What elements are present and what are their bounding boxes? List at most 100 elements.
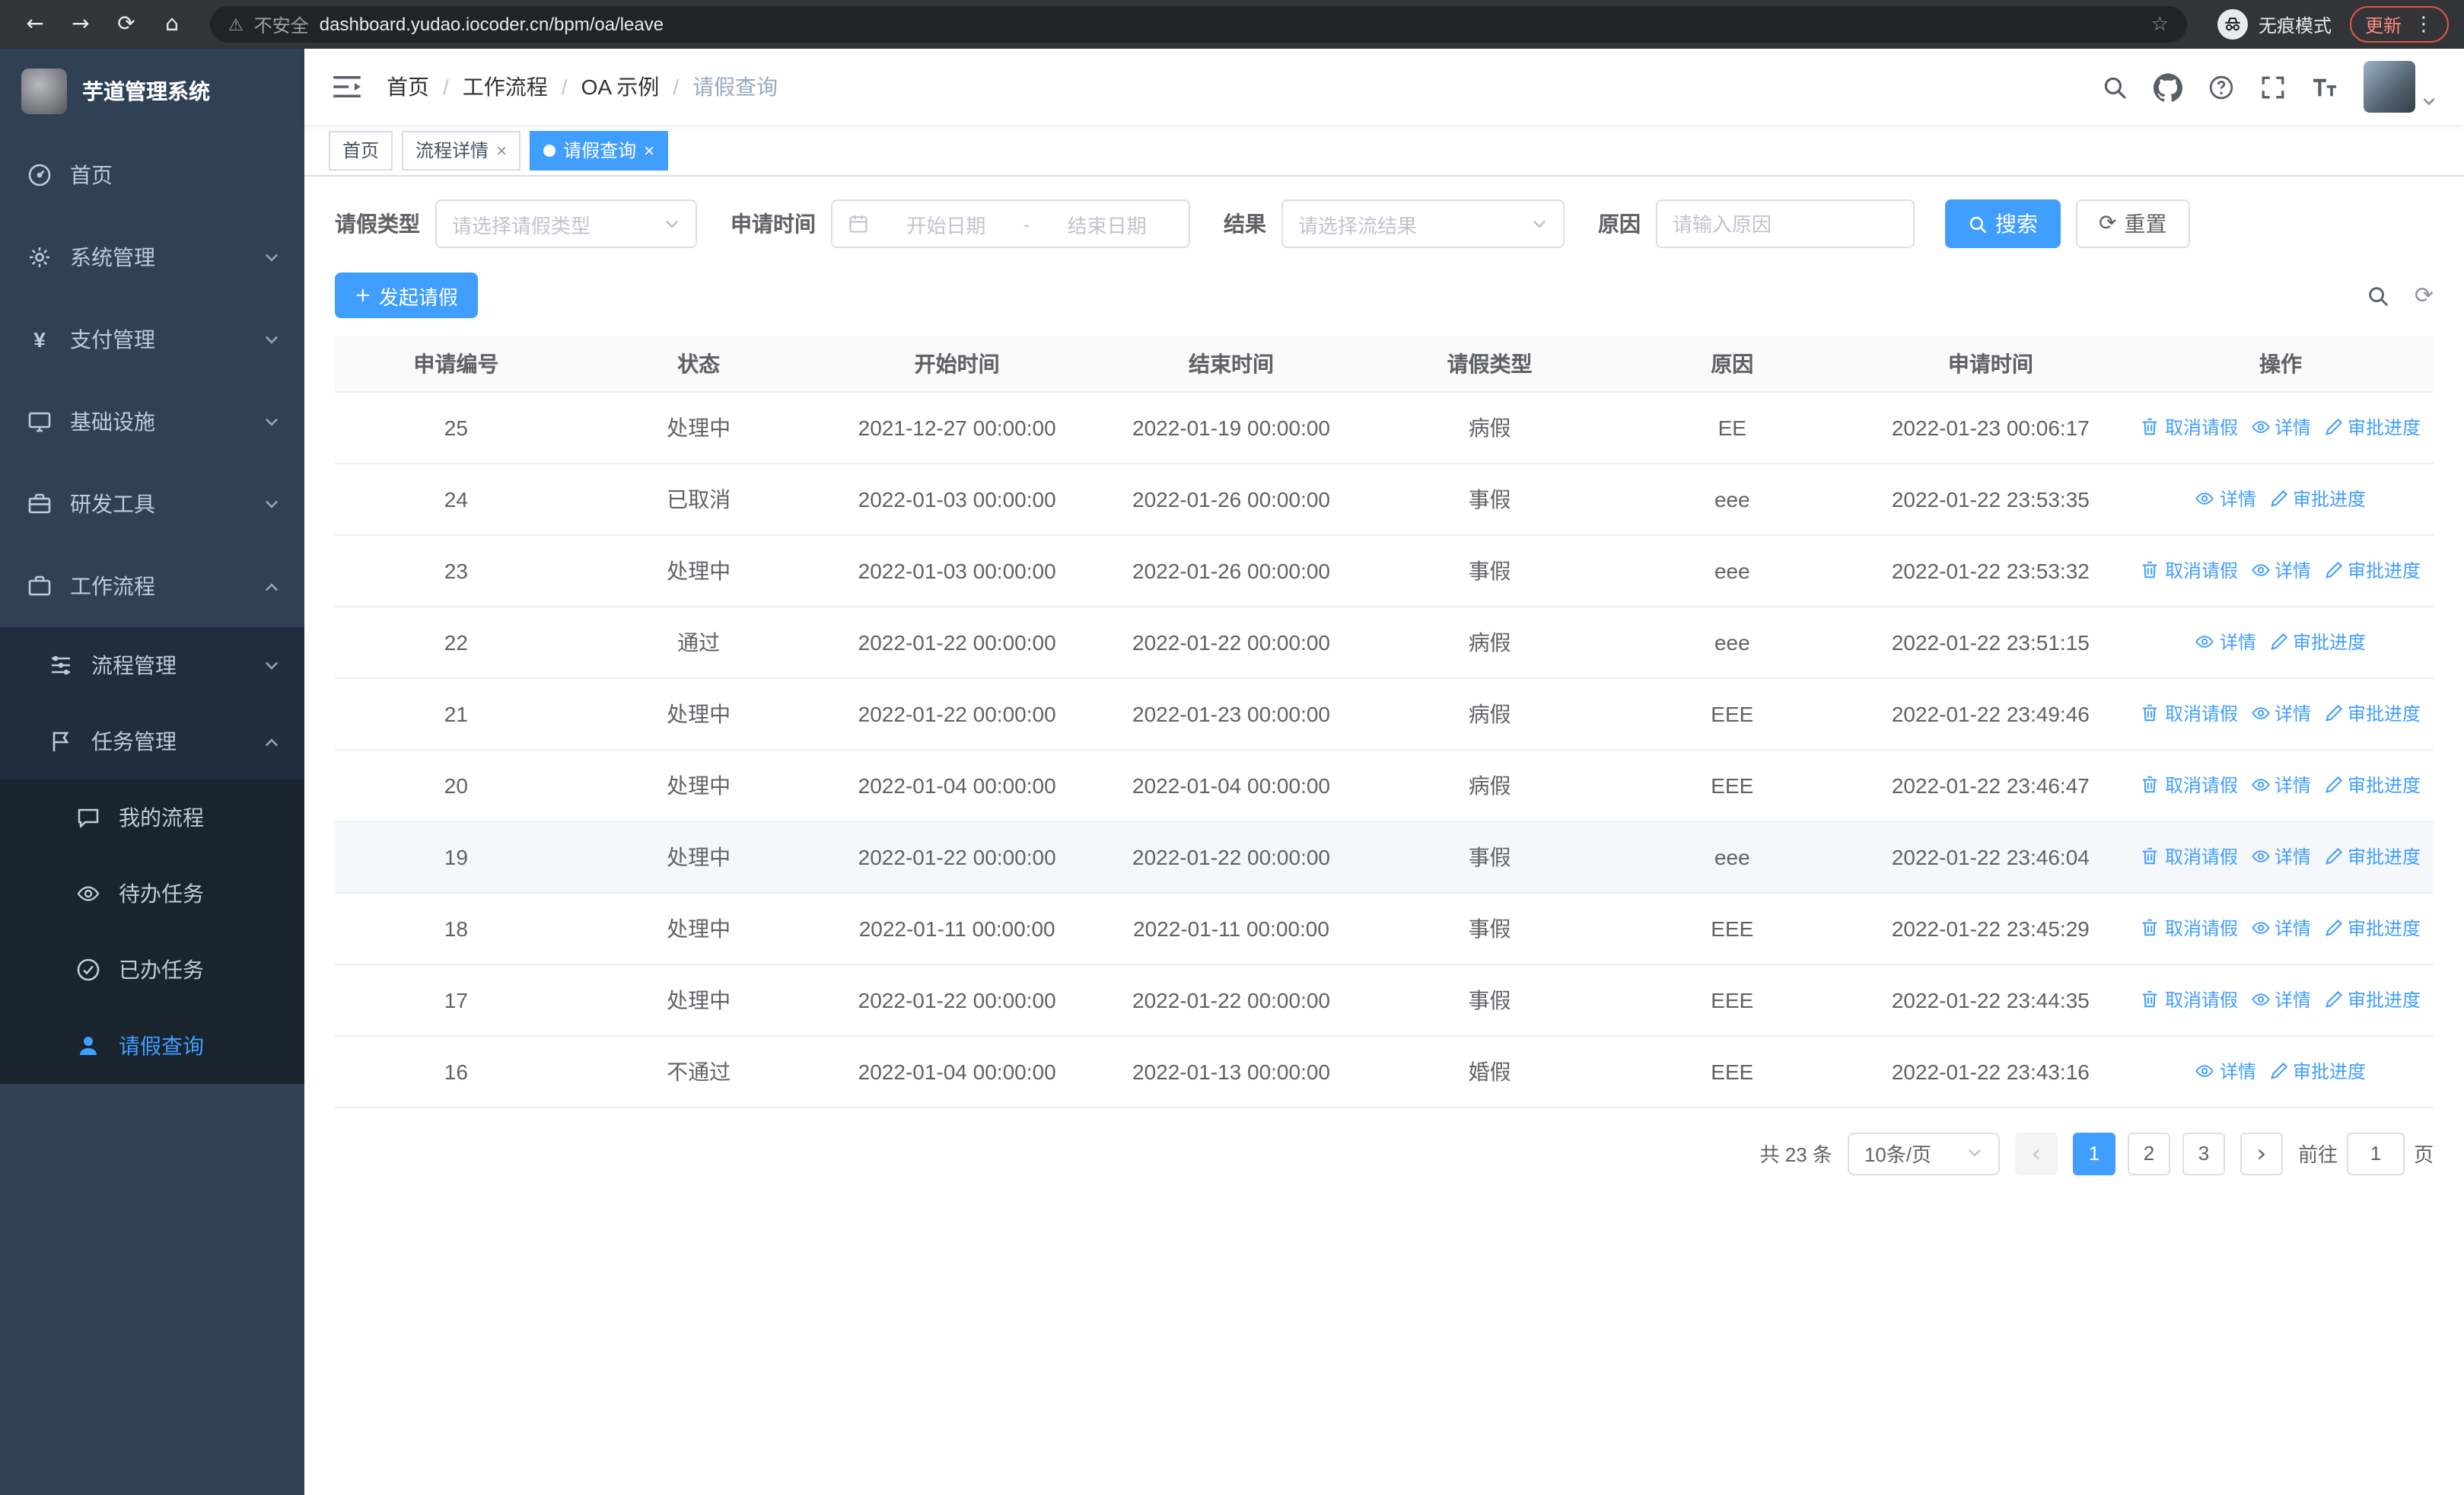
detail-link[interactable]: 详情 — [2195, 1057, 2256, 1083]
approval-progress-link[interactable]: 审批进度 — [2323, 986, 2421, 1012]
cancel-leave-link[interactable]: 取消请假 — [2141, 843, 2238, 869]
github-icon[interactable] — [2154, 72, 2182, 101]
sidebar-item-workflow[interactable]: 工作流程 — [0, 545, 304, 627]
font-size-icon[interactable] — [2312, 74, 2338, 100]
tab-process-detail[interactable]: 流程详情 × — [402, 130, 521, 170]
create-leave-button[interactable]: + 发起请假 — [335, 273, 478, 318]
detail-link[interactable]: 详情 — [2250, 700, 2311, 725]
sidebar-logo-row[interactable]: 芋道管理系统 — [0, 49, 304, 134]
trash-icon — [2143, 918, 2158, 936]
check-circle-icon — [77, 958, 100, 981]
sidebar-item-todo-tasks[interactable]: 待办任务 — [0, 856, 304, 932]
goto-page-input[interactable] — [2346, 1132, 2405, 1175]
sidebar-item-label: 请假查询 — [119, 1034, 204, 1058]
sidebar-item-home[interactable]: 首页 — [0, 134, 304, 216]
user-icon — [80, 1037, 97, 1055]
cell-status: 已取消 — [577, 463, 820, 535]
approval-progress-link[interactable]: 审批进度 — [2268, 485, 2366, 511]
cancel-leave-link[interactable]: 取消请假 — [2141, 914, 2238, 940]
sidebar-item-system[interactable]: 系统管理 — [0, 216, 304, 298]
sidebar-item-task-mgmt[interactable]: 任务管理 — [0, 703, 304, 779]
user-menu[interactable] — [2364, 61, 2437, 113]
address-bar[interactable]: ⚠ 不安全 dashboard.yudao.iocoder.cn/bpm/oa/… — [210, 6, 2187, 43]
next-page-button[interactable]: › — [2240, 1132, 2283, 1175]
detail-link[interactable]: 详情 — [2250, 771, 2311, 797]
sidebar-item-leave-query[interactable]: 请假查询 — [0, 1008, 304, 1084]
sidebar-item-payment[interactable]: ¥ 支付管理 — [0, 298, 304, 381]
breadcrumb-item[interactable]: OA 示例 — [581, 72, 660, 102]
detail-link[interactable]: 详情 — [2250, 986, 2311, 1012]
approval-progress-link[interactable]: 审批进度 — [2323, 843, 2421, 869]
approval-progress-link[interactable]: 审批进度 — [2323, 771, 2421, 797]
cell-reason: EEE — [1610, 677, 1854, 750]
sidebar-item-my-process[interactable]: 我的流程 — [0, 779, 304, 856]
trash-icon — [2143, 417, 2158, 435]
toolbox-icon — [28, 493, 51, 514]
cell-end: 2022-01-11 00:00:00 — [1094, 892, 1369, 964]
browser-menu-icon[interactable]: ⋮ — [2414, 13, 2434, 36]
fullscreen-icon[interactable] — [2260, 74, 2286, 100]
sidebar-item-devtools[interactable]: 研发工具 — [0, 463, 304, 545]
detail-link[interactable]: 详情 — [2250, 413, 2311, 439]
approval-progress-link[interactable]: 审批进度 — [2323, 700, 2421, 725]
table-row: 23 处理中 2022-01-03 00:00:00 2022-01-26 00:00… — [335, 534, 2434, 607]
tab-home[interactable]: 首页 — [329, 130, 393, 170]
breadcrumb-item[interactable]: 工作流程 — [463, 72, 548, 102]
sidebar-item-infrastructure[interactable]: 基础设施 — [0, 381, 304, 463]
sidebar-item-done-tasks[interactable]: 已办任务 — [0, 932, 304, 1008]
breadcrumb-item[interactable]: 首页 — [387, 72, 429, 102]
cell-applied: 2022-01-22 23:53:32 — [1853, 534, 2128, 607]
leave-table: 申请编号 状态 开始时间 结束时间 请假类型 原因 申请时间 操作 25 处理中 2… — [335, 336, 2434, 1108]
url-text[interactable]: dashboard.yudao.iocoder.cn/bpm/oa/leave — [320, 14, 664, 35]
close-icon[interactable]: × — [496, 139, 507, 161]
refresh-table-icon[interactable]: ⟳ — [2415, 283, 2434, 307]
search-button[interactable]: 搜索 — [1945, 199, 2061, 248]
cancel-leave-link[interactable]: 取消请假 — [2141, 700, 2238, 725]
back-icon[interactable]: ← — [15, 5, 55, 44]
approval-progress-link[interactable]: 审批进度 — [2268, 1057, 2366, 1083]
page-size-select[interactable]: 10条/页 — [1847, 1132, 2000, 1175]
approval-progress-link[interactable]: 审批进度 — [2323, 413, 2421, 439]
approval-progress-link[interactable]: 审批进度 — [2323, 914, 2421, 940]
reset-button[interactable]: ⟳ 重置 — [2076, 199, 2190, 248]
sidebar-item-label: 流程管理 — [91, 653, 177, 677]
page-button-1[interactable]: 1 — [2072, 1132, 2115, 1175]
star-icon[interactable]: ☆ — [2151, 13, 2169, 36]
result-select[interactable]: 请选择流结果 — [1281, 199, 1565, 248]
cancel-leave-link[interactable]: 取消请假 — [2141, 413, 2238, 439]
reason-input[interactable] — [1673, 212, 1898, 235]
forward-icon[interactable]: → — [61, 5, 100, 44]
page-button-2[interactable]: 2 — [2127, 1132, 2170, 1175]
page-content: 请假类型 请选择请假类型 申请时间 开始日期 - 结束日期 结果 请选择流结果 … — [304, 177, 2464, 1495]
detail-link[interactable]: 详情 — [2250, 914, 2311, 940]
cancel-leave-link[interactable]: 取消请假 — [2141, 556, 2238, 582]
approval-progress-link[interactable]: 审批进度 — [2268, 628, 2366, 654]
reload-icon[interactable]: ⟳ — [107, 5, 146, 44]
search-icon[interactable] — [2102, 74, 2128, 100]
cell-status: 处理中 — [577, 677, 820, 750]
help-icon[interactable] — [2208, 74, 2234, 100]
cancel-leave-link[interactable]: 取消请假 — [2141, 986, 2238, 1012]
update-button[interactable]: 更新 ⋮ — [2349, 6, 2449, 43]
detail-link[interactable]: 详情 — [2195, 628, 2256, 654]
approval-progress-link[interactable]: 审批进度 — [2323, 556, 2421, 582]
leave-type-select[interactable]: 请选择请假类型 — [435, 199, 697, 248]
detail-link[interactable]: 详情 — [2250, 843, 2311, 869]
tab-leave-query[interactable]: 请假查询 × — [530, 130, 669, 170]
apply-time-range-picker[interactable]: 开始日期 - 结束日期 — [831, 199, 1190, 248]
security-label[interactable]: 不安全 — [254, 11, 309, 37]
sidebar-item-label: 我的流程 — [119, 805, 204, 830]
cancel-leave-link[interactable]: 取消请假 — [2141, 771, 2238, 797]
prev-page-button[interactable]: ‹ — [2014, 1132, 2058, 1175]
home-icon[interactable]: ⌂ — [152, 5, 192, 44]
detail-link[interactable]: 详情 — [2195, 485, 2256, 511]
detail-link[interactable]: 详情 — [2250, 556, 2311, 582]
close-icon[interactable]: × — [644, 139, 654, 161]
avatar — [2364, 61, 2415, 113]
page-button-3[interactable]: 3 — [2182, 1132, 2225, 1175]
table-row: 17 处理中 2022-01-22 00:00:00 2022-01-22 00:00… — [335, 964, 2434, 1036]
cell-status: 通过 — [577, 606, 820, 678]
sidebar-item-process-mgmt[interactable]: 流程管理 — [0, 627, 304, 703]
sidebar-fold-icon[interactable] — [332, 75, 362, 99]
toggle-search-icon[interactable] — [2367, 284, 2390, 307]
